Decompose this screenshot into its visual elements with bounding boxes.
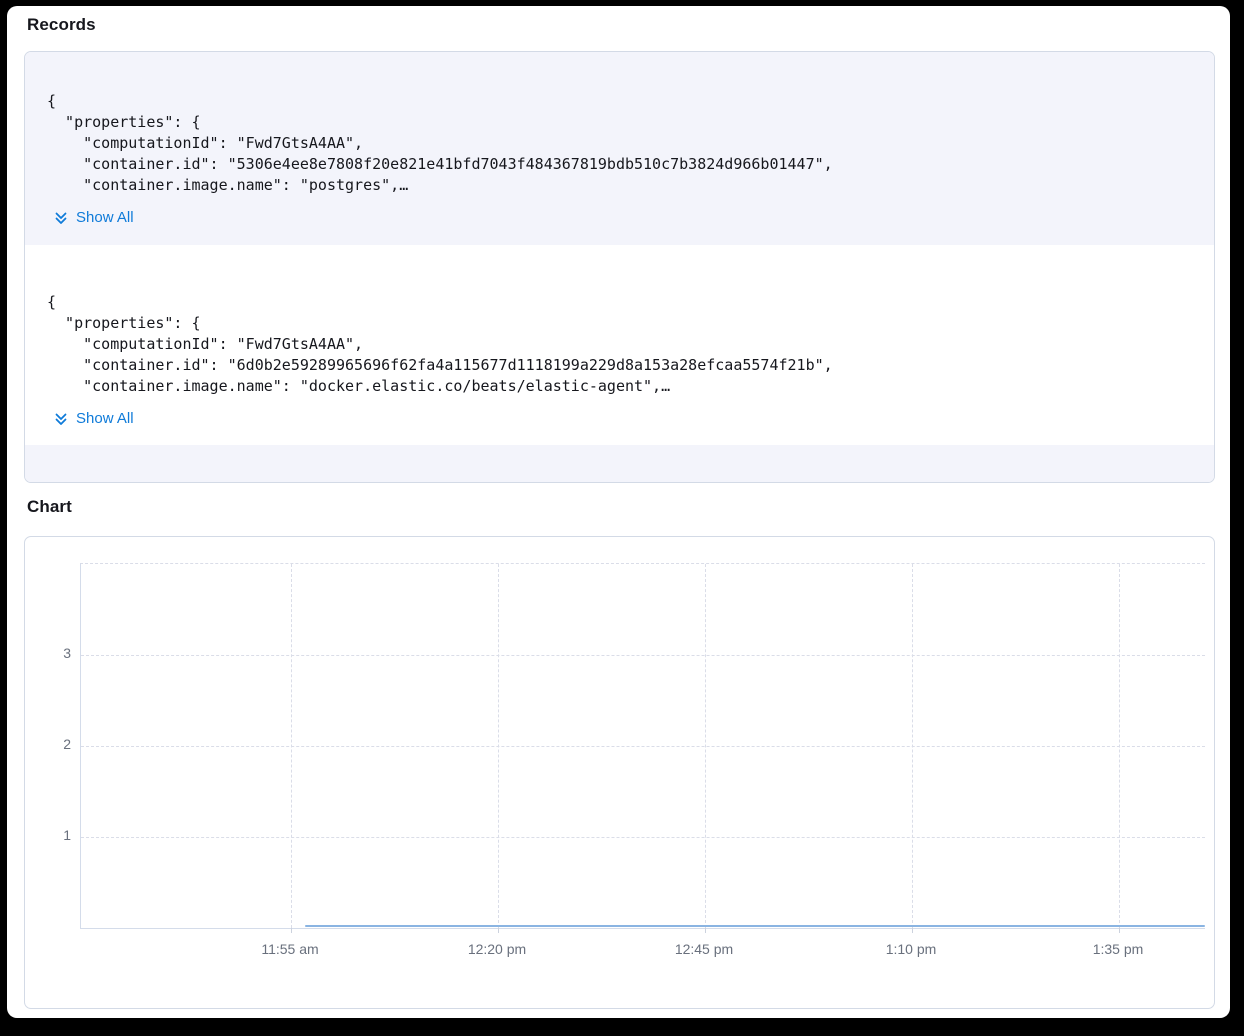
chart-plot-area[interactable] (80, 563, 1205, 929)
x-axis-tick-label: 1:35 pm (1093, 941, 1144, 957)
show-all-label: Show All (76, 209, 134, 226)
y-axis-tick-label: 3 (35, 645, 71, 661)
y-axis-tick-label: 1 (35, 827, 71, 843)
double-chevron-down-icon (53, 411, 69, 427)
record-2-json-line: "container.image.name": "docker.elastic.… (47, 376, 1214, 397)
record-row-1: { "properties": { "computationId": "Fwd7… (25, 52, 1214, 245)
record-1-json-line: { (47, 91, 1214, 112)
gridline-x-110pm (912, 564, 913, 928)
record-1-show-all-link[interactable]: Show All (53, 209, 134, 226)
gridline-y2 (81, 746, 1205, 747)
record-1-json-line: "properties": { (47, 112, 1214, 133)
x-axis-tick-label: 12:45 pm (675, 941, 733, 957)
x-axis-tick-label: 1:10 pm (886, 941, 937, 957)
x-axis-tick (498, 928, 499, 933)
record-2-json-line: { (47, 292, 1214, 313)
gridline-x-1245pm (705, 564, 706, 928)
records-section-title: Records (27, 15, 96, 35)
gridline-x-1155am (291, 564, 292, 928)
record-2-json-line: "properties": { (47, 313, 1214, 334)
record-2-json: { "properties": { "computationId": "Fwd7… (47, 292, 1214, 397)
record-1-json: { "properties": { "computationId": "Fwd7… (47, 91, 1214, 196)
record-1-json-line: "container.id": "5306e4ee8e7808f20e821e4… (47, 154, 1214, 175)
chart-data-line (305, 925, 1205, 927)
record-2-show-all-link[interactable]: Show All (53, 410, 134, 427)
x-axis-tick (1119, 928, 1120, 933)
x-axis-tick-label: 11:55 am (261, 941, 318, 957)
record-row-2: { "properties": { "computationId": "Fwd7… (25, 245, 1214, 445)
x-axis-tick (291, 928, 292, 933)
screen-background: { "records_section": { "title": "Records… (0, 0, 1244, 1036)
record-2-json-line: "container.id": "6d0b2e59289965696f62fa4… (47, 355, 1214, 376)
gridline-x-135pm (1119, 564, 1120, 928)
records-panel: { "properties": { "computationId": "Fwd7… (24, 51, 1215, 483)
x-axis-tick-label: 12:20 pm (468, 941, 526, 957)
record-1-json-line: "computationId": "Fwd7GtsA4AA", (47, 133, 1214, 154)
record-1-json-line: "container.image.name": "postgres",… (47, 175, 1214, 196)
record-2-json-line: "computationId": "Fwd7GtsA4AA", (47, 334, 1214, 355)
gridline-y3 (81, 655, 1205, 656)
chart-card: 3 2 1 11:55 am 12:20 pm 12:45 pm 1:10 pm… (24, 536, 1215, 1009)
x-axis-tick (912, 928, 913, 933)
show-all-label: Show All (76, 410, 134, 427)
gridline-y1 (81, 837, 1205, 838)
gridline-x-1220pm (498, 564, 499, 928)
x-axis-tick (705, 928, 706, 933)
page-container: Records { "properties": { "computationId… (7, 6, 1230, 1018)
record-row-3-clipped (25, 445, 1214, 482)
double-chevron-down-icon (53, 210, 69, 226)
y-axis-tick-label: 2 (35, 736, 71, 752)
chart-section-title: Chart (27, 497, 72, 517)
